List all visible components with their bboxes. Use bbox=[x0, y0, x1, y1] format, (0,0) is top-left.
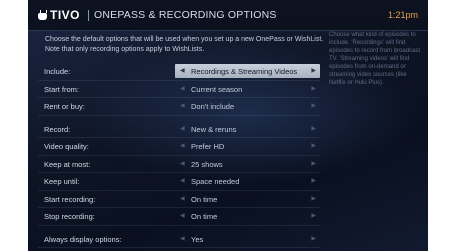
option-row-keep-until[interactable]: Keep until: ◀ Space needed ▶ bbox=[38, 173, 320, 191]
tivo-logo: TIVO bbox=[38, 8, 80, 22]
right-arrow-icon[interactable]: ▶ bbox=[311, 142, 316, 149]
option-value: Prefer HD bbox=[191, 142, 225, 151]
intro-text: Choose the default options that will be … bbox=[45, 36, 324, 53]
help-text: Choose what kind of episodes to include.… bbox=[329, 32, 421, 86]
option-label: Rent or buy: bbox=[44, 102, 85, 111]
right-arrow-icon[interactable]: ▶ bbox=[311, 212, 316, 219]
option-value: Yes bbox=[191, 234, 204, 244]
option-row-include[interactable]: Include: ◀ Recordings & Streaming Videos… bbox=[38, 63, 320, 81]
right-arrow-icon[interactable]: ▶ bbox=[311, 125, 316, 132]
option-row-video-quality[interactable]: Video quality: ◀ Prefer HD ▶ bbox=[38, 138, 320, 156]
left-arrow-icon[interactable]: ◀ bbox=[180, 102, 185, 109]
option-label: Start recording: bbox=[44, 194, 96, 204]
option-row-record[interactable]: Record: ◀ New & reruns ▶ bbox=[38, 121, 320, 138]
left-arrow-icon[interactable]: ◀ bbox=[180, 67, 185, 74]
left-arrow-icon[interactable]: ◀ bbox=[180, 235, 185, 242]
option-row-keep-at-most[interactable]: Keep at most: ◀ 25 shows ▶ bbox=[38, 156, 320, 173]
left-arrow-icon[interactable]: ◀ bbox=[180, 195, 185, 202]
right-arrow-icon[interactable]: ▶ bbox=[311, 85, 316, 92]
left-arrow-icon[interactable]: ◀ bbox=[180, 85, 185, 92]
right-arrow-icon[interactable]: ▶ bbox=[311, 102, 316, 109]
clock: 1:21pm bbox=[387, 10, 418, 20]
title-divider bbox=[88, 10, 89, 21]
options-list: Include: ◀ Recordings & Streaming Videos… bbox=[38, 63, 320, 248]
right-arrow-icon[interactable]: ▶ bbox=[311, 67, 316, 74]
option-row-stop-recording[interactable]: Stop recording: ◀ On time ▶ bbox=[38, 208, 320, 226]
left-arrow-icon[interactable]: ◀ bbox=[180, 125, 185, 132]
option-row-always-display[interactable]: Always display options: ◀ Yes ▶ bbox=[38, 231, 320, 248]
option-label: Video quality: bbox=[44, 142, 89, 151]
option-value: Don't include bbox=[191, 102, 235, 111]
tivo-screen: TIVO ONEPASS & RECORDING OPTIONS 1:21pm … bbox=[28, 0, 428, 251]
option-value: Recordings & Streaming Videos bbox=[191, 67, 298, 76]
option-label: Keep at most: bbox=[44, 159, 91, 169]
tivo-tv-icon bbox=[38, 11, 47, 20]
right-arrow-icon[interactable]: ▶ bbox=[311, 160, 316, 167]
top-bar: TIVO ONEPASS & RECORDING OPTIONS 1:21pm bbox=[28, 0, 428, 31]
right-arrow-icon[interactable]: ▶ bbox=[311, 235, 316, 242]
option-value: 25 shows bbox=[191, 159, 223, 169]
left-arrow-icon[interactable]: ◀ bbox=[180, 160, 185, 167]
option-label: Record: bbox=[44, 124, 71, 134]
option-row-start-from[interactable]: Start from: ◀ Current season ▶ bbox=[38, 81, 320, 98]
right-arrow-icon[interactable]: ▶ bbox=[311, 177, 316, 184]
right-arrow-icon[interactable]: ▶ bbox=[311, 195, 316, 202]
option-row-start-recording[interactable]: Start recording: ◀ On time ▶ bbox=[38, 191, 320, 208]
option-value: Current season bbox=[191, 84, 243, 94]
option-label: Stop recording: bbox=[44, 212, 95, 221]
option-value: New & reruns bbox=[191, 124, 237, 134]
option-label: Include: bbox=[44, 67, 71, 76]
left-arrow-icon[interactable]: ◀ bbox=[180, 177, 185, 184]
option-value: On time bbox=[191, 212, 218, 221]
left-arrow-icon[interactable]: ◀ bbox=[180, 212, 185, 219]
logo-text: TIVO bbox=[50, 8, 81, 22]
option-label: Always display options: bbox=[44, 234, 122, 244]
option-value: On time bbox=[191, 194, 218, 204]
option-value: Space needed bbox=[191, 177, 240, 186]
page-title: ONEPASS & RECORDING OPTIONS bbox=[94, 9, 277, 21]
option-label: Keep until: bbox=[44, 177, 80, 186]
left-arrow-icon[interactable]: ◀ bbox=[180, 142, 185, 149]
option-label: Start from: bbox=[44, 84, 80, 94]
option-row-rent-or-buy[interactable]: Rent or buy: ◀ Don't include ▶ bbox=[38, 98, 320, 116]
